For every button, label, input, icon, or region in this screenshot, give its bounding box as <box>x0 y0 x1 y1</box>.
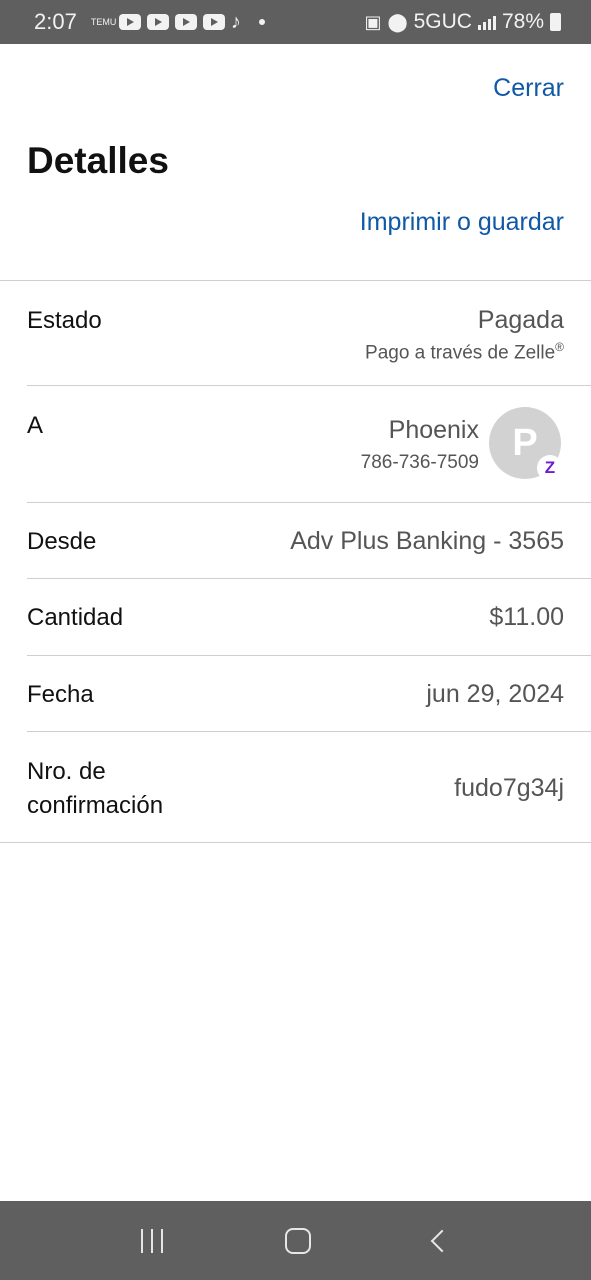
status-bar: 2:07 TEMU ♪ ▣ ⬤ 5GUC 78% <box>0 0 591 44</box>
recipient-label: A <box>27 412 44 439</box>
zelle-icon: Z <box>537 455 563 481</box>
battery-level: 78% <box>501 10 544 33</box>
status-label: Estado <box>27 307 102 334</box>
youtube-icon <box>202 14 225 30</box>
more-notifications-icon <box>258 19 265 25</box>
status-value: Pagada <box>477 306 564 334</box>
clock: 2:07 <box>34 9 77 34</box>
youtube-icon <box>174 14 197 30</box>
recent-apps-button[interactable] <box>141 1228 164 1253</box>
divider <box>0 842 591 843</box>
close-button[interactable]: Cerrar <box>493 74 564 103</box>
from-label: Desde <box>27 528 97 555</box>
confirmation-label: Nro. de confirmación <box>27 755 163 823</box>
recipient-phone: 786-736-7509 <box>360 452 479 473</box>
divider <box>27 655 591 656</box>
back-button[interactable] <box>430 1229 454 1252</box>
avatar-initial: P <box>512 421 538 464</box>
print-or-save-button[interactable]: Imprimir o guardar <box>360 208 564 237</box>
date-value: jun 29, 2024 <box>426 680 564 708</box>
divider <box>27 385 591 386</box>
page-title: Detalles <box>27 140 169 181</box>
status-bar-left: 2:07 TEMU ♪ <box>34 9 265 35</box>
battery-icon <box>550 13 561 31</box>
from-account: Adv Plus Banking - 3565 <box>290 527 564 555</box>
payment-method-text: Pago a través de Zelle <box>365 342 556 364</box>
battery-saver-icon: ▣ <box>364 11 382 32</box>
home-button[interactable] <box>285 1227 312 1254</box>
confirmation-label-line-2: confirmación <box>27 792 164 819</box>
youtube-icon <box>146 14 169 30</box>
status-bar-right: ▣ ⬤ 5GUC 78% <box>364 10 561 34</box>
divider <box>27 578 591 579</box>
location-icon: ⬤ <box>387 11 408 32</box>
registered-mark: ® <box>555 340 564 354</box>
signal-icon <box>477 14 496 30</box>
date-label: Fecha <box>27 681 94 708</box>
network-type: 5GUC <box>413 10 472 33</box>
confirmation-label-line-1: Nro. de <box>27 758 106 785</box>
confirmation-number: fudo7g34j <box>454 774 564 802</box>
navigation-bar <box>0 1201 591 1280</box>
amount-label: Cantidad <box>27 604 124 631</box>
youtube-icon <box>118 14 141 30</box>
divider <box>27 731 591 732</box>
divider <box>27 502 591 503</box>
divider <box>0 280 591 281</box>
amount-value: $11.00 <box>489 603 564 631</box>
tiktok-icon: ♪ <box>230 10 241 33</box>
recipient-name: Phoenix <box>388 416 479 444</box>
temu-app-icon: TEMU <box>90 16 117 27</box>
payment-method: Pago a través de Zelle® <box>365 340 564 364</box>
